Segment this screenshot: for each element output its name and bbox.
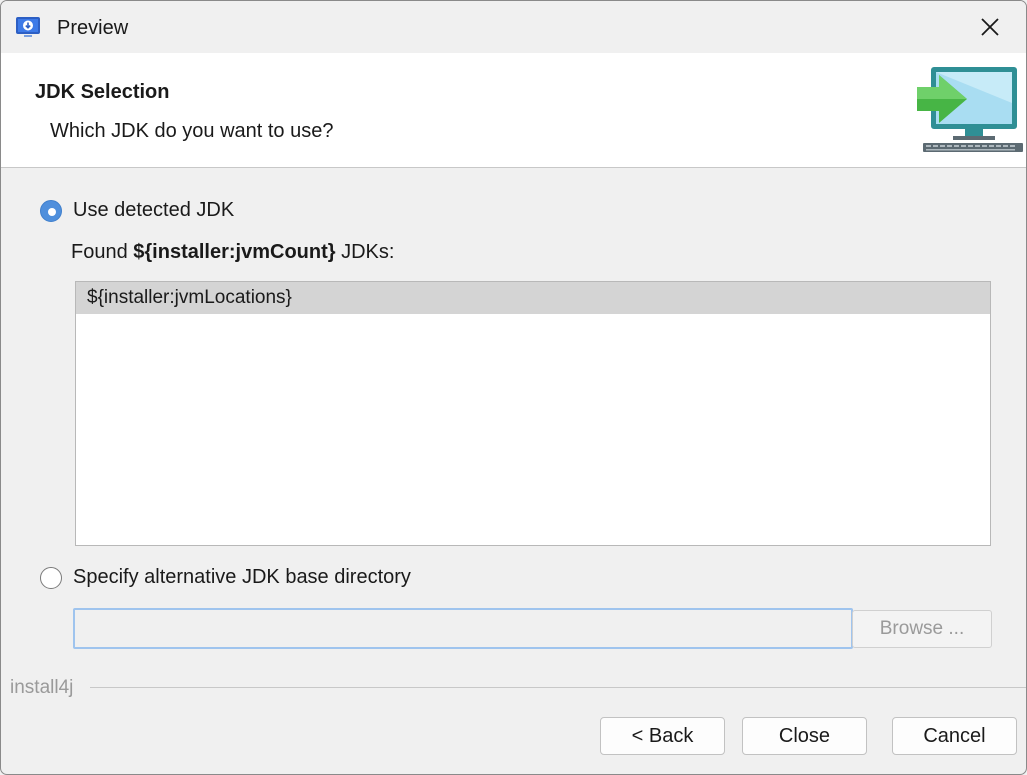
header-banner: JDK Selection Which JDK do you want to u… (1, 53, 1026, 168)
use-detected-jdk-label[interactable]: Use detected JDK (73, 199, 234, 222)
title-bar: Preview (1, 1, 1026, 53)
use-detected-jdk-radio[interactable] (40, 200, 62, 222)
footer-divider (90, 687, 1026, 688)
computer-install-icon (917, 67, 1023, 152)
window-title: Preview (57, 17, 129, 39)
jvm-count: ${installer:jvmCount} (133, 241, 336, 263)
browse-button[interactable]: Browse ... (852, 610, 992, 648)
installer-app-icon (16, 17, 40, 37)
found-suffix: JDKs: (335, 241, 395, 263)
close-window-button[interactable] (954, 1, 1026, 53)
page-subtitle: Which JDK do you want to use? (50, 120, 334, 142)
installer-window: Preview JDK Selection Which JDK do you w… (0, 0, 1027, 775)
specify-alternative-jdk-radio[interactable] (40, 567, 62, 589)
specify-alternative-jdk-label[interactable]: Specify alternative JDK base directory (73, 566, 411, 589)
list-item[interactable]: ${installer:jvmLocations} (76, 282, 990, 314)
found-jdks-text: Found ${installer:jvmCount} JDKs: (71, 241, 394, 264)
cancel-button[interactable]: Cancel (892, 717, 1017, 755)
back-button[interactable]: < Back (600, 717, 725, 755)
jdk-directory-input[interactable] (73, 608, 853, 649)
close-icon (981, 18, 999, 36)
close-button[interactable]: Close (742, 717, 867, 755)
found-prefix: Found (71, 241, 134, 263)
page-title: JDK Selection (35, 81, 170, 103)
brand-label: install4j (10, 677, 74, 698)
jdk-list[interactable]: ${installer:jvmLocations} (75, 281, 991, 546)
